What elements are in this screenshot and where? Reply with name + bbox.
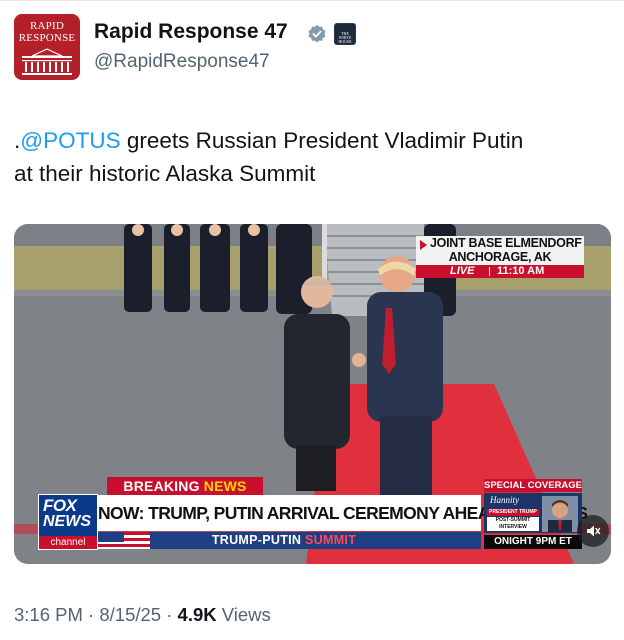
location-pointer-icon — [420, 240, 427, 250]
news-headline: NOW: TRUMP, PUTIN ARRIVAL CEREMONY AHEAD… — [98, 503, 588, 523]
live-label: LIVE — [450, 265, 475, 277]
breaking-label-yellow: NEWS — [203, 478, 247, 494]
breaking-news-label: BREAKING NEWS — [107, 477, 263, 495]
live-time: 11:10 AM — [497, 265, 545, 277]
white-house-icon — [22, 48, 72, 75]
live-separator — [489, 267, 490, 276]
tweet-text-line2: at their historic Alaska Summit — [14, 161, 316, 186]
views-label: Views — [216, 604, 271, 625]
tweet-text-line1: greets Russian President Vladimir Putin — [120, 128, 524, 153]
display-name[interactable]: Rapid Response 47 — [94, 20, 288, 44]
location-line1: JOINT BASE ELMENDORF — [430, 236, 582, 250]
tweet-time[interactable]: 3:16 PM — [14, 604, 83, 625]
location-line2: ANCHORAGE, AK — [448, 250, 552, 264]
tweet-date[interactable]: 8/15/25 — [99, 604, 161, 625]
tweet-text: .@POTUS greets Russian President Vladimi… — [14, 124, 614, 190]
tweet-meta: 3:16 PM · 8/15/25 · 4.9K Views — [14, 604, 271, 626]
user-handle[interactable]: @RapidResponse47 — [94, 51, 270, 73]
affiliate-badge-icon[interactable]: THE WHITE HOUSE — [334, 23, 356, 45]
avatar-logo-text: RAPID RESPONSE — [18, 20, 76, 44]
promo-line: POST-SUMMIT INTERVIEW — [487, 517, 539, 531]
verified-badge-icon[interactable] — [307, 24, 327, 44]
sub-headline: TRUMP-PUTIN SUMMIT — [164, 532, 404, 549]
promo-tag: PRESIDENT TRUMP — [487, 509, 539, 516]
sub-headline-red: SUMMIT — [305, 533, 357, 547]
special-coverage-label: SPECIAL COVERAGE — [484, 480, 583, 491]
fox-logo-line2: NEWS — [43, 513, 91, 530]
mention-link[interactable]: @POTUS — [20, 128, 120, 153]
affiliate-badge-text: THE WHITE HOUSE — [338, 31, 352, 44]
mute-button[interactable] — [577, 515, 609, 547]
views-count[interactable]: 4.9K — [178, 604, 217, 625]
top-divider — [0, 0, 624, 1]
avatar[interactable]: RAPID RESPONSE — [14, 14, 80, 80]
promo-time: ONIGHT 9PM ET — [484, 535, 582, 549]
fox-news-logo: FOX NEWS channel — [38, 494, 98, 550]
meta-separator: · — [161, 604, 178, 625]
tweet-video[interactable]: JOINT BASE ELMENDORF ANCHORAGE, AK LIVE … — [14, 224, 611, 564]
sub-headline-white: TRUMP-PUTIN — [211, 533, 306, 547]
promo-show-name: Hannity — [490, 495, 519, 505]
promo-host-image — [542, 496, 578, 532]
meta-separator: · — [82, 604, 100, 625]
speaker-muted-icon — [587, 525, 601, 537]
breaking-label-white: BREAKING — [123, 478, 204, 494]
flag-canton — [98, 532, 124, 542]
fox-logo-line3: channel — [39, 536, 97, 549]
